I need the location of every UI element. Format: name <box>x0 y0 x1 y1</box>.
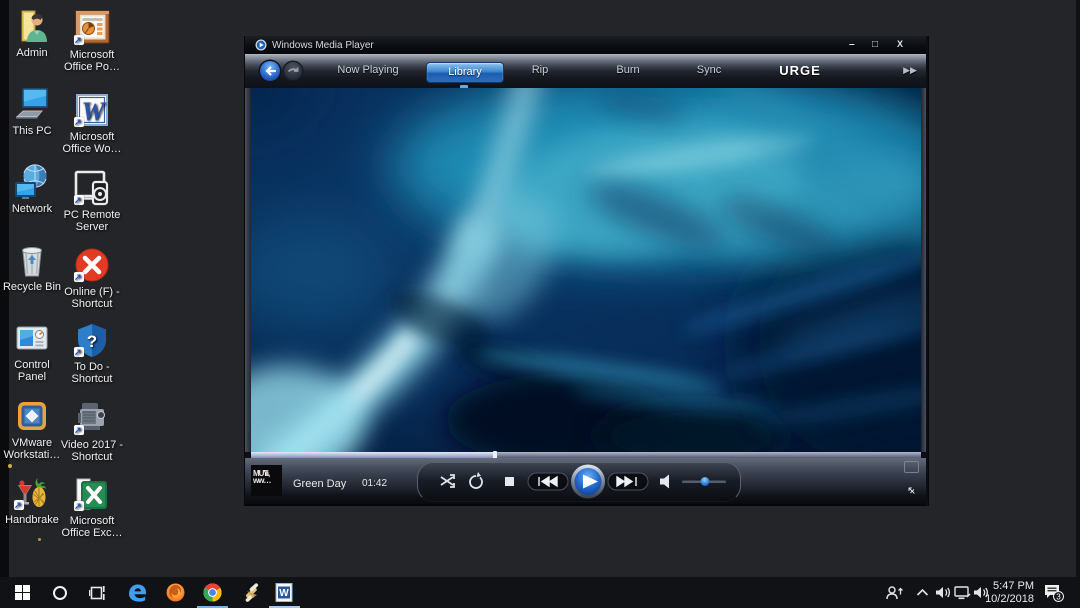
svg-text:W: W <box>81 97 106 126</box>
svg-text:?: ? <box>87 332 97 351</box>
svg-text:W: W <box>279 588 289 599</box>
svg-text:3: 3 <box>1056 593 1061 602</box>
